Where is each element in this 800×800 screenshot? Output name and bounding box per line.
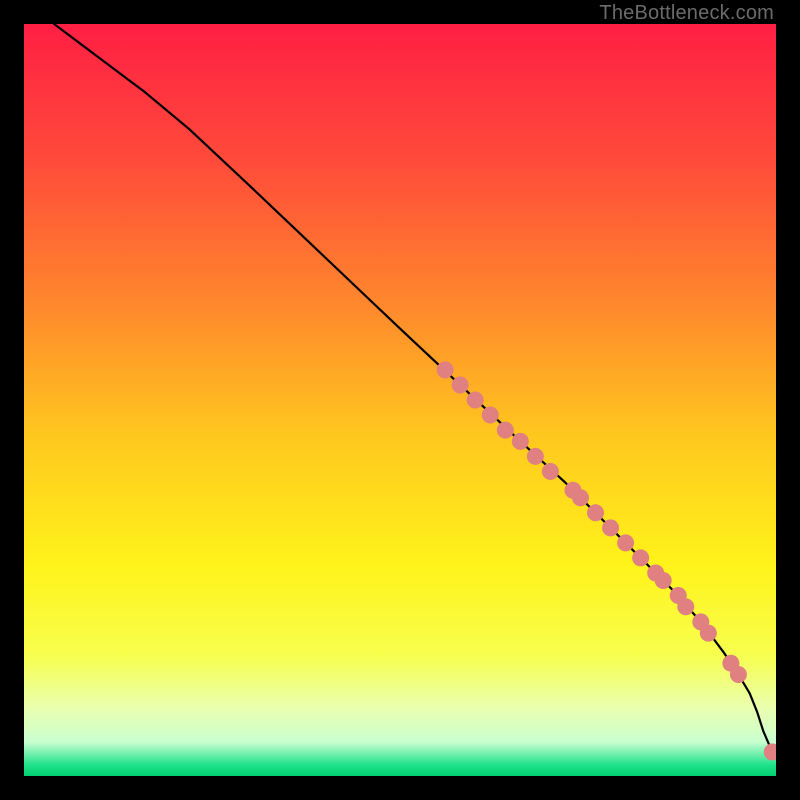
chart-frame	[24, 24, 776, 776]
data-point	[700, 625, 717, 642]
data-point	[527, 448, 544, 465]
data-point	[655, 572, 672, 589]
data-point	[512, 433, 529, 450]
data-point	[632, 549, 649, 566]
data-point	[497, 422, 514, 439]
watermark-text: TheBottleneck.com	[599, 2, 774, 25]
data-point	[467, 392, 484, 409]
data-point	[730, 666, 747, 683]
data-point	[617, 534, 634, 551]
data-point	[572, 489, 589, 506]
data-point	[482, 407, 499, 424]
data-point	[677, 598, 694, 615]
data-point	[602, 519, 619, 536]
data-point	[437, 361, 454, 378]
gradient-background	[24, 24, 776, 776]
data-point	[452, 376, 469, 393]
data-point	[587, 504, 604, 521]
data-point	[542, 463, 559, 480]
chart-svg	[24, 24, 776, 776]
